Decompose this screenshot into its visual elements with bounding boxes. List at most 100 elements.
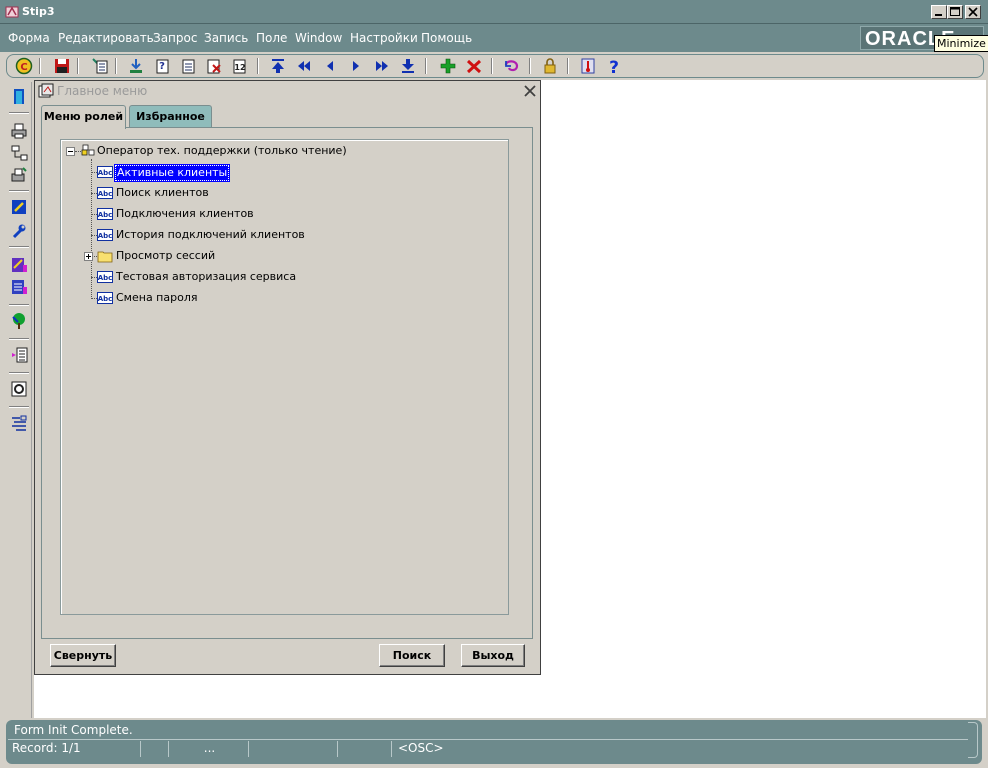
tree-item-session-view[interactable]: Просмотр сессий xyxy=(97,248,417,264)
menu-form[interactable]: Форма xyxy=(8,31,50,45)
toolbar-separator xyxy=(77,58,79,74)
previous-record-icon[interactable] xyxy=(321,57,339,75)
lock-icon[interactable] xyxy=(541,57,559,75)
close-icon[interactable] xyxy=(522,83,538,99)
enter-query-icon[interactable] xyxy=(127,57,145,75)
maximize-button[interactable] xyxy=(947,5,963,19)
window-title: Stip3 xyxy=(22,5,55,18)
svg-text:?: ? xyxy=(159,61,165,72)
expand-toggle[interactable] xyxy=(84,252,93,261)
insert-record-icon[interactable] xyxy=(439,57,457,75)
cancel-query-icon[interactable] xyxy=(179,57,197,75)
status-ellipsis: ... xyxy=(169,741,249,757)
edit-form-icon[interactable] xyxy=(10,198,28,216)
count-query-icon[interactable] xyxy=(205,57,223,75)
close-window-button[interactable] xyxy=(965,5,981,19)
first-record-icon[interactable] xyxy=(269,57,287,75)
vertical-separator xyxy=(9,338,29,340)
delete-record-icon[interactable] xyxy=(465,57,483,75)
role-menu-tree[interactable]: Оператор тех. поддержки (только чтение) … xyxy=(60,139,509,615)
exit-button[interactable]: Выход xyxy=(461,644,525,667)
report-edit-icon[interactable] xyxy=(10,256,28,274)
vertical-separator xyxy=(9,246,29,248)
rollback-icon[interactable] xyxy=(503,57,521,75)
status-divider xyxy=(8,739,968,740)
wrench-icon[interactable] xyxy=(10,222,28,240)
save-icon[interactable] xyxy=(53,57,71,75)
main-menu-title-bar: Главное меню xyxy=(35,81,540,101)
tree-item-client-connections[interactable]: Abc Подключения клиентов xyxy=(97,206,417,222)
role-icon xyxy=(81,144,97,158)
vertical-separator xyxy=(9,112,29,114)
execute-query-icon[interactable]: ? xyxy=(153,57,171,75)
tree-item-connection-history[interactable]: Abc История подключений клиентов xyxy=(97,227,417,243)
toolbar-separator xyxy=(567,58,569,74)
tab-favorites[interactable]: Избранное xyxy=(129,105,212,127)
menu-help[interactable]: Помощь xyxy=(421,31,472,45)
status-cell xyxy=(249,741,338,757)
status-mode: <OSC> xyxy=(398,741,444,755)
svg-text:Abc: Abc xyxy=(98,190,113,198)
search-button[interactable]: Поиск xyxy=(379,644,445,667)
tree-item-search-clients[interactable]: Abc Поиск клиентов xyxy=(97,185,417,201)
form-abc-icon: Abc xyxy=(97,186,113,200)
form-abc-icon: Abc xyxy=(97,228,113,242)
tree-item-change-password[interactable]: Abc Смена пароля xyxy=(97,290,417,306)
next-block-icon[interactable] xyxy=(373,57,391,75)
status-bar: Form Init Complete. Record: 1/1 ... <OSC… xyxy=(6,720,982,764)
form-abc-icon: Abc xyxy=(97,270,113,284)
main-menu-window: Главное меню Меню ролей Избранное Операт… xyxy=(34,80,541,675)
tree-item-label: История подключений клиентов xyxy=(116,228,305,241)
minimize-tooltip: Minimize xyxy=(934,35,988,52)
app-icon xyxy=(4,4,20,20)
network-icon[interactable] xyxy=(10,144,28,162)
exit-door-icon[interactable] xyxy=(10,87,28,105)
tree-item-test-authorization[interactable]: Abc Тестовая авторизация сервиса xyxy=(97,269,417,285)
menu-settings[interactable]: Настройки xyxy=(350,31,418,45)
copyright-icon[interactable]: C xyxy=(15,57,33,75)
printer-icon[interactable] xyxy=(10,122,28,140)
form-abc-icon: Abc xyxy=(97,291,113,305)
toolbar-separator xyxy=(39,58,41,74)
tree-item-active-clients[interactable]: Abc Активные клиенты xyxy=(97,164,417,182)
tree-item-label: Просмотр сессий xyxy=(116,249,216,262)
toolbar: C ? 12 ? xyxy=(6,54,984,78)
refresh-image-icon[interactable] xyxy=(10,380,28,398)
toolbar-separator xyxy=(425,58,427,74)
menu-record[interactable]: Запись xyxy=(204,31,248,45)
tab-role-menu[interactable]: Меню ролей xyxy=(41,105,126,129)
collapse-button[interactable]: Свернуть xyxy=(50,644,116,667)
tree-item-label: Подключения клиентов xyxy=(116,207,254,220)
tree-root-node[interactable]: Оператор тех. поддержки (только чтение) xyxy=(81,143,441,159)
previous-block-icon[interactable] xyxy=(295,57,313,75)
thermometer-icon[interactable] xyxy=(579,57,597,75)
status-cell xyxy=(338,741,392,757)
minimize-button[interactable] xyxy=(931,5,947,19)
tree-item-label: Смена пароля xyxy=(116,291,198,304)
svg-text:Abc: Abc xyxy=(98,211,113,219)
menu-window[interactable]: Window xyxy=(295,31,342,45)
tree-icon[interactable] xyxy=(10,312,28,330)
vertical-separator xyxy=(9,372,29,374)
last-record-icon[interactable] xyxy=(399,57,417,75)
menu-edit[interactable]: Редактировать xyxy=(58,31,154,45)
print-icon[interactable] xyxy=(91,57,109,75)
folder-icon xyxy=(97,249,113,263)
menu-field[interactable]: Поле xyxy=(256,31,287,45)
toolbar-separator xyxy=(529,58,531,74)
main-menu-title: Главное меню xyxy=(57,84,148,98)
toolbar-separator xyxy=(257,58,259,74)
next-record-icon[interactable] xyxy=(347,57,365,75)
report-list-icon[interactable] xyxy=(10,278,28,296)
collapse-toggle[interactable] xyxy=(66,147,75,156)
record-count-icon[interactable]: 12 xyxy=(231,57,249,75)
form-layout-icon[interactable] xyxy=(10,414,28,432)
help-icon[interactable]: ? xyxy=(605,57,623,75)
svg-text:Abc: Abc xyxy=(98,274,113,282)
status-cell xyxy=(141,741,169,757)
print-preview-icon[interactable] xyxy=(10,166,28,184)
form-abc-icon: Abc xyxy=(97,165,113,179)
list-arrow-icon[interactable] xyxy=(10,346,28,364)
menu-query[interactable]: Запрос xyxy=(153,31,197,45)
status-record: Record: 1/1 xyxy=(10,741,141,757)
